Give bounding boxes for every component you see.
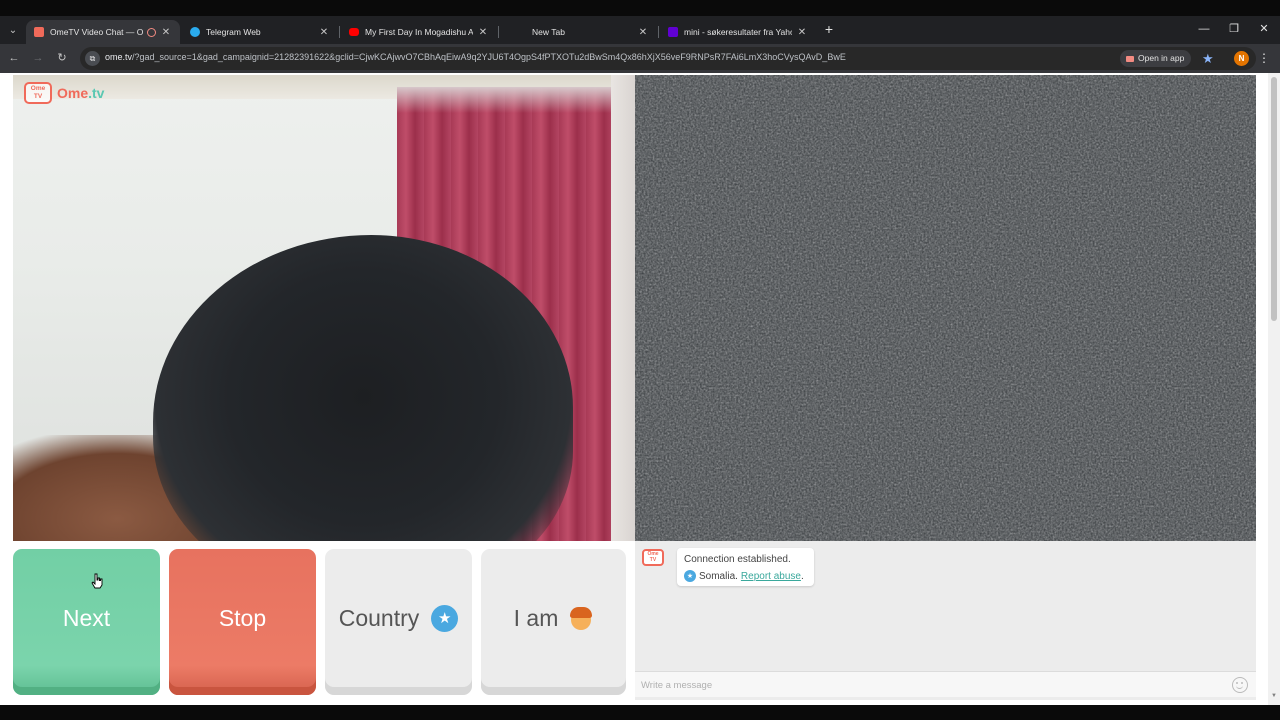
tab-yahoo[interactable]: mini - søkeresultater fra Yahoo ✕	[660, 20, 816, 44]
next-label: Next	[62, 604, 111, 631]
open-in-app-button[interactable]: Open in app	[1120, 50, 1192, 67]
url-path: /?gad_source=1&gad_campaignid=2128239162…	[132, 52, 846, 62]
site-info-icon[interactable]: ⧉	[85, 51, 100, 66]
ometv-chat-icon: Ome TV	[642, 549, 664, 566]
url-text[interactable]: ome.tv/?gad_source=1&gad_campaignid=2128…	[105, 52, 846, 62]
app-icon	[1126, 55, 1134, 62]
tab-divider	[658, 26, 659, 38]
address-bar[interactable]: ⧉ ome.tv/?gad_source=1&gad_campaignid=21…	[80, 47, 1256, 70]
recording-icon	[147, 27, 156, 37]
ometv-logo[interactable]: Ome TV Ome.tv	[24, 82, 104, 104]
message-input[interactable]	[641, 677, 1221, 693]
country-label: Country	[338, 604, 420, 631]
country-button[interactable]: Country ★	[325, 549, 472, 695]
tab-ometv[interactable]: OmeTV Video Chat — Ome ✕	[26, 20, 180, 44]
message-bar	[635, 671, 1256, 697]
tab-title: OmeTV Video Chat — Ome	[50, 27, 143, 37]
star-icon: ★	[431, 604, 459, 632]
youtube-icon	[349, 28, 359, 36]
chat-panel: Ome TV Connection established. ★ Somalia…	[635, 541, 1256, 700]
star-icon: ★	[684, 570, 696, 582]
close-tab-icon[interactable]: ✕	[477, 27, 489, 38]
tab-youtube[interactable]: My First Day In Mogadishu An ✕	[341, 20, 497, 44]
forward-icon[interactable]: →	[30, 50, 46, 66]
tab-title: New Tab	[532, 27, 565, 37]
video-curtain-top	[397, 87, 611, 113]
hand-cursor-icon	[91, 573, 103, 589]
tab-divider	[498, 26, 499, 38]
tab-strip: ⌄ OmeTV Video Chat — Ome ✕ Telegram Web …	[0, 16, 1280, 44]
logo-tld: .tv	[88, 85, 105, 101]
partner-video	[635, 75, 1256, 541]
scrollbar-thumb[interactable]	[1271, 77, 1277, 321]
self-video	[13, 75, 635, 541]
tab-title: My First Day In Mogadishu An	[365, 27, 473, 37]
close-tab-icon[interactable]: ✕	[160, 27, 172, 38]
browser-menu-icon[interactable]: ⋮	[1258, 50, 1270, 66]
restore-icon[interactable]: ❐	[1224, 20, 1244, 38]
video-wall	[611, 75, 635, 541]
profile-avatar[interactable]: N	[1234, 51, 1249, 66]
blank-tab-icon	[508, 27, 518, 37]
logo-name: Ome	[57, 85, 89, 101]
close-tab-icon[interactable]: ✕	[796, 27, 808, 38]
reload-icon[interactable]: ↻	[54, 50, 70, 66]
new-tab-button[interactable]: +	[822, 20, 836, 38]
scroll-down-arrow-icon[interactable]: ▼	[1270, 693, 1278, 699]
ometv-icon	[34, 27, 44, 37]
close-tab-icon[interactable]: ✕	[637, 27, 649, 38]
telegram-icon	[190, 27, 200, 37]
gender-label: I am	[513, 604, 559, 631]
gender-button[interactable]: I am	[481, 549, 626, 695]
next-button[interactable]: Next	[13, 549, 160, 695]
tab-new-tab[interactable]: New Tab ✕	[500, 20, 657, 44]
tab-search-icon[interactable]: ⌄	[4, 21, 22, 39]
system-message: Connection established. ★ Somalia. Repor…	[677, 548, 814, 586]
tab-title: Telegram Web	[206, 27, 261, 37]
report-abuse-link[interactable]: Report abuse	[741, 571, 801, 582]
emoji-icon[interactable]	[1232, 677, 1248, 693]
back-icon[interactable]: ←	[6, 50, 22, 66]
stop-button[interactable]: Stop	[169, 549, 316, 695]
close-tab-icon[interactable]: ✕	[318, 27, 330, 38]
os-bottom-bar	[0, 705, 1280, 720]
tab-divider	[339, 26, 340, 38]
browser-toolbar: ← → ↻ ⧉ ome.tv/?gad_source=1&gad_campaig…	[0, 44, 1280, 73]
yahoo-icon	[668, 27, 678, 37]
logo-text: Ome.tv	[57, 85, 104, 101]
os-top-bar	[0, 0, 1280, 16]
boy-face-icon	[569, 605, 593, 631]
page-scrollbar[interactable]: ▼	[1268, 73, 1280, 705]
bookmark-star-icon[interactable]: ★	[1202, 49, 1214, 68]
url-host: ome.tv	[105, 52, 133, 62]
tab-title: mini - søkeresultater fra Yahoo	[684, 27, 792, 37]
stop-label: Stop	[218, 604, 267, 631]
ometv-tv-icon: Ome TV	[24, 82, 52, 104]
tab-telegram[interactable]: Telegram Web ✕	[182, 20, 338, 44]
connection-status: Connection established.	[684, 554, 791, 565]
open-in-app-label: Open in app	[1138, 53, 1185, 63]
partner-country: Somalia.	[699, 570, 738, 582]
minimize-icon[interactable]: —	[1194, 20, 1214, 38]
report-suffix: .	[800, 570, 804, 582]
window-close-icon[interactable]: ✕	[1254, 20, 1274, 38]
video-static-noise	[635, 75, 1256, 541]
